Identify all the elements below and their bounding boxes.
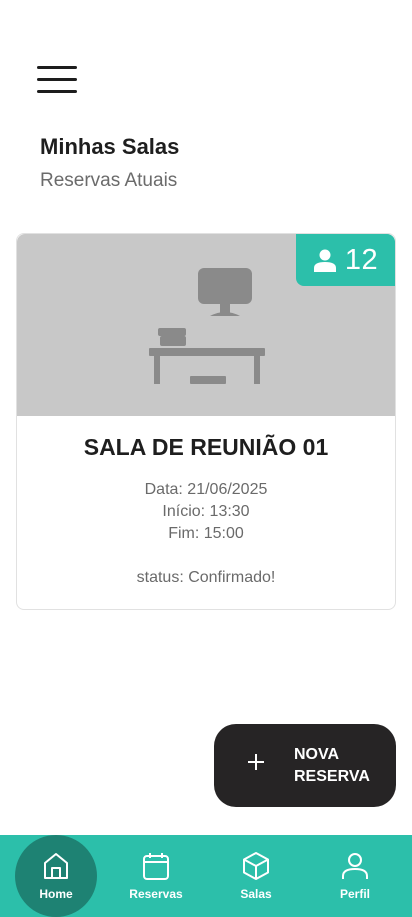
room-name: SALA DE REUNIÃO 01 — [83, 434, 329, 460]
new-reservation-label: NOVA RESERVA — [294, 746, 370, 785]
room-image: 12 — [17, 234, 395, 416]
hamburger-menu-icon[interactable] — [36, 64, 78, 96]
nav-salas[interactable]: Salas — [215, 835, 297, 917]
user-icon — [342, 853, 368, 879]
page-title: Minhas Salas — [40, 134, 180, 159]
bottom-navigation: Home Reservas Salas Perfil — [0, 835, 412, 917]
nav-perfil[interactable]: Perfil — [314, 835, 396, 917]
new-reservation-button[interactable]: NOVA RESERVA — [214, 724, 396, 807]
capacity-count: 12 — [344, 243, 379, 276]
plus-icon — [248, 754, 264, 770]
cube-icon — [243, 852, 269, 880]
page-subtitle: Reservas Atuais — [40, 170, 178, 191]
capacity-badge: 12 — [296, 234, 395, 286]
calendar-icon — [143, 853, 169, 880]
home-icon — [44, 853, 68, 879]
reservation-end: Fim: 15:00 — [168, 525, 244, 542]
person-icon — [313, 249, 336, 272]
nav-home[interactable]: Home — [15, 835, 97, 917]
nav-reservas[interactable]: Reservas — [115, 835, 197, 917]
reservation-date: Data: 21/06/2025 — [144, 481, 268, 498]
reservation-start: Início: 13:30 — [162, 503, 250, 520]
reservation-card[interactable]: 12 SALA DE REUNIÃO 01 Data: 21/06/2025 I… — [16, 233, 396, 610]
desk-computer-icon — [149, 268, 265, 384]
reservation-status: status: Confirmado! — [136, 569, 276, 586]
